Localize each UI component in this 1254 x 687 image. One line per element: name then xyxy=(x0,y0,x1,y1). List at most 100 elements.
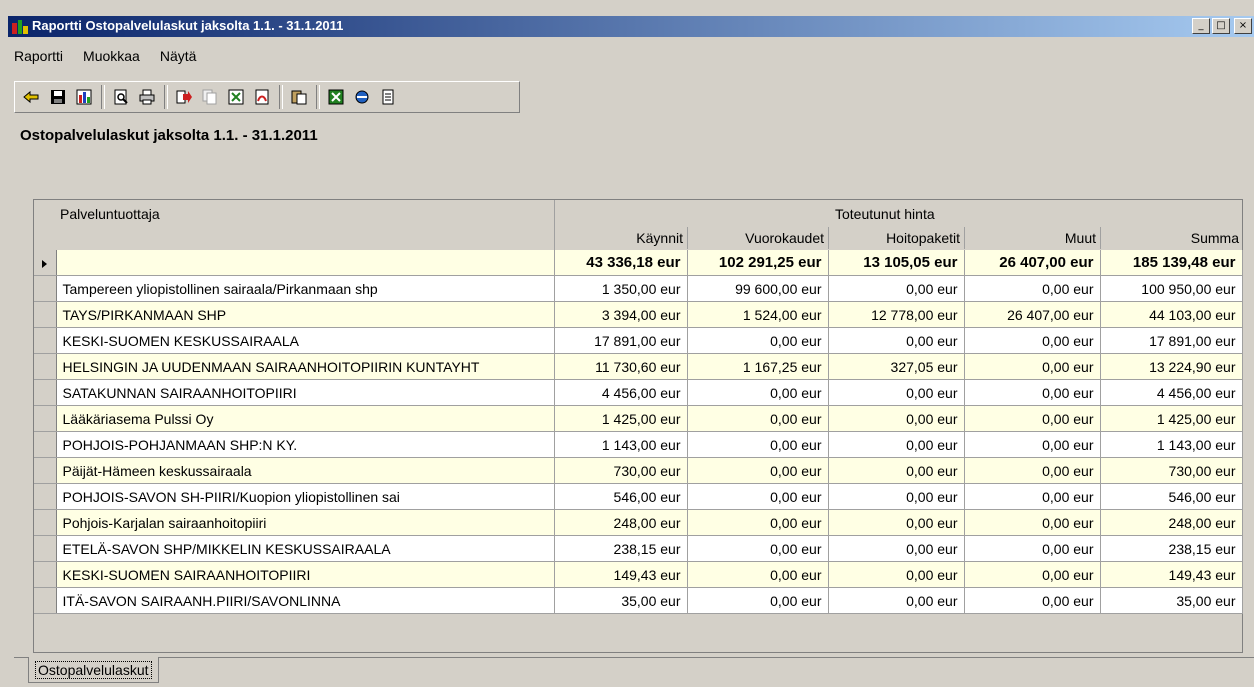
column-header-hoitopaketit[interactable]: Hoitopaketit xyxy=(829,227,965,249)
summa-cell: 44 103,00 eur xyxy=(1100,301,1243,328)
row-selector[interactable] xyxy=(34,275,57,302)
muut-cell: 0,00 eur xyxy=(964,509,1101,536)
kaynnit-cell: 4 456,00 eur xyxy=(554,379,688,406)
preview-icon[interactable] xyxy=(110,86,132,108)
muut-cell: 0,00 eur xyxy=(964,457,1101,484)
report-grid: Palveluntuottaja Toteutunut hinta Käynni… xyxy=(33,199,1243,653)
row-selector[interactable] xyxy=(34,431,57,458)
menu-raportti[interactable]: Raportti xyxy=(12,48,65,68)
provider-name-cell: POHJOIS-SAVON SH-PIIRI/Kuopion yliopisto… xyxy=(56,483,555,510)
print-icon[interactable] xyxy=(136,86,158,108)
table-row[interactable]: ETELÄ-SAVON SHP/MIKKELIN KESKUSSAIRAALA 2… xyxy=(34,535,1243,562)
hoitopaketit-cell: 0,00 eur xyxy=(828,561,965,588)
column-header-muut[interactable]: Muut xyxy=(965,227,1101,249)
row-selector[interactable] xyxy=(34,301,57,328)
row-selector[interactable] xyxy=(34,250,57,276)
provider-name-cell: POHJOIS-POHJANMAAN SHP:N KY. xyxy=(56,431,555,458)
browser-icon[interactable] xyxy=(351,86,373,108)
totals-row[interactable]: 43 336,18 eur 102 291,25 eur 13 105,05 e… xyxy=(34,250,1243,276)
muut-cell: 0,00 eur xyxy=(964,353,1101,380)
window-title: Raportti Ostopalvelulaskut jaksolta 1.1.… xyxy=(32,18,344,33)
table-row[interactable]: KESKI-SUOMEN KESKUSSAIRAALA 17 891,00 eur… xyxy=(34,327,1243,354)
row-selector[interactable] xyxy=(34,535,57,562)
hoitopaketit-cell: 0,00 eur xyxy=(828,327,965,354)
title-bar[interactable]: Raportti Ostopalvelulaskut jaksolta 1.1.… xyxy=(8,16,1254,37)
row-selector[interactable] xyxy=(34,379,57,406)
summa-cell: 35,00 eur xyxy=(1100,587,1243,614)
summa-cell: 100 950,00 eur xyxy=(1100,275,1243,302)
group-header: Toteutunut hinta xyxy=(835,206,935,222)
export-icon[interactable] xyxy=(173,86,195,108)
totals-label xyxy=(56,250,555,276)
row-selector[interactable] xyxy=(34,587,57,614)
table-row[interactable]: HELSINGIN JA UUDENMAAN SAIRAANHOITOPIIRI… xyxy=(34,353,1243,380)
table-row[interactable]: SATAKUNNAN SAIRAANHOITOPIIRI 4 456,00 eur… xyxy=(34,379,1243,406)
provider-header: Palveluntuottaja xyxy=(60,206,160,222)
summa-cell: 149,43 eur xyxy=(1100,561,1243,588)
table-row[interactable]: Lääkäriasema Pulssi Oy 1 425,00 eur 0,00 e… xyxy=(34,405,1243,432)
summa-cell: 1 425,00 eur xyxy=(1100,405,1243,432)
save-icon[interactable] xyxy=(47,86,69,108)
table-row[interactable]: POHJOIS-SAVON SH-PIIRI/Kuopion yliopisto… xyxy=(34,483,1243,510)
provider-name-cell: ETELÄ-SAVON SHP/MIKKELIN KESKUSSAIRAALA xyxy=(56,535,555,562)
kaynnit-cell: 1 350,00 eur xyxy=(554,275,688,302)
table-row[interactable]: POHJOIS-POHJANMAAN SHP:N KY. 1 143,00 eur… xyxy=(34,431,1243,458)
row-selector[interactable] xyxy=(34,457,57,484)
minimize-button[interactable]: _ xyxy=(1192,18,1210,34)
kaynnit-cell: 11 730,60 eur xyxy=(554,353,688,380)
hoitopaketit-cell: 0,00 eur xyxy=(828,587,965,614)
table-row[interactable]: Pohjois-Karjalan sairaanhoitopiiri 248,00… xyxy=(34,509,1243,536)
kaynnit-cell: 248,00 eur xyxy=(554,509,688,536)
vuorokaudet-cell: 0,00 eur xyxy=(687,483,829,510)
summa-cell: 238,15 eur xyxy=(1100,535,1243,562)
paste-icon[interactable] xyxy=(288,86,310,108)
tab-ostopalvelulaskut[interactable]: Ostopalvelulaskut xyxy=(28,657,159,683)
exit-icon[interactable] xyxy=(21,86,43,108)
row-selector[interactable] xyxy=(34,327,57,354)
column-header-vuorokaudet[interactable]: Vuorokaudet xyxy=(688,227,829,249)
hoitopaketit-cell: 0,00 eur xyxy=(828,483,965,510)
kaynnit-cell: 1 143,00 eur xyxy=(554,431,688,458)
toolbar xyxy=(14,81,520,113)
total-hoitopaketit: 13 105,05 eur xyxy=(828,250,965,276)
menu-muokkaa[interactable]: Muokkaa xyxy=(81,48,142,68)
toolbar-separator xyxy=(316,85,320,109)
table-row[interactable]: KESKI-SUOMEN SAIRAANHOITOPIIRI 149,43 eur… xyxy=(34,561,1243,588)
table-row[interactable]: ITÄ-SAVON SAIRAANH.PIIRI/SAVONLINNA 35,00… xyxy=(34,587,1243,614)
muut-cell: 0,00 eur xyxy=(964,327,1101,354)
excel-export-icon[interactable] xyxy=(225,86,247,108)
notes-icon[interactable] xyxy=(377,86,399,108)
column-header-kaynnit[interactable]: Käynnit xyxy=(555,227,688,249)
row-selector[interactable] xyxy=(34,405,57,432)
copy-doc-icon[interactable] xyxy=(199,86,221,108)
menu-nayta[interactable]: Näytä xyxy=(158,48,199,68)
hoitopaketit-cell: 0,00 eur xyxy=(828,275,965,302)
row-selector[interactable] xyxy=(34,483,57,510)
kaynnit-cell: 149,43 eur xyxy=(554,561,688,588)
provider-header-cell[interactable]: Palveluntuottaja xyxy=(34,200,554,250)
provider-name-cell: Lääkäriasema Pulssi Oy xyxy=(56,405,555,432)
row-selector[interactable] xyxy=(34,353,57,380)
toolbar-separator xyxy=(164,85,168,109)
row-selector[interactable] xyxy=(34,561,57,588)
close-button[interactable]: × xyxy=(1234,18,1252,34)
summa-cell: 13 224,90 eur xyxy=(1100,353,1243,380)
muut-cell: 0,00 eur xyxy=(964,483,1101,510)
report-app-icon xyxy=(12,20,28,34)
hoitopaketit-cell: 0,00 eur xyxy=(828,405,965,432)
excel-icon[interactable] xyxy=(325,86,347,108)
maximize-button[interactable]: □ xyxy=(1212,18,1230,34)
provider-name-cell: ITÄ-SAVON SAIRAANH.PIIRI/SAVONLINNA xyxy=(56,587,555,614)
table-row[interactable]: TAYS/PIRKANMAAN SHP 3 394,00 eur 1 524,00 … xyxy=(34,301,1243,328)
report-icon[interactable] xyxy=(73,86,95,108)
data-table: 43 336,18 eur 102 291,25 eur 13 105,05 e… xyxy=(34,250,1243,614)
column-header-summa[interactable]: Summa xyxy=(1101,227,1243,249)
vuorokaudet-cell: 0,00 eur xyxy=(687,379,829,406)
pdf-icon[interactable] xyxy=(251,86,273,108)
kaynnit-cell: 730,00 eur xyxy=(554,457,688,484)
total-vuorokaudet: 102 291,25 eur xyxy=(687,250,829,276)
row-selector[interactable] xyxy=(34,509,57,536)
table-row[interactable]: Tampereen yliopistollinen sairaala/Pirka… xyxy=(34,275,1243,302)
table-row[interactable]: Päijät-Hämeen keskussairaala 730,00 eur 0,… xyxy=(34,457,1243,484)
muut-cell: 0,00 eur xyxy=(964,535,1101,562)
